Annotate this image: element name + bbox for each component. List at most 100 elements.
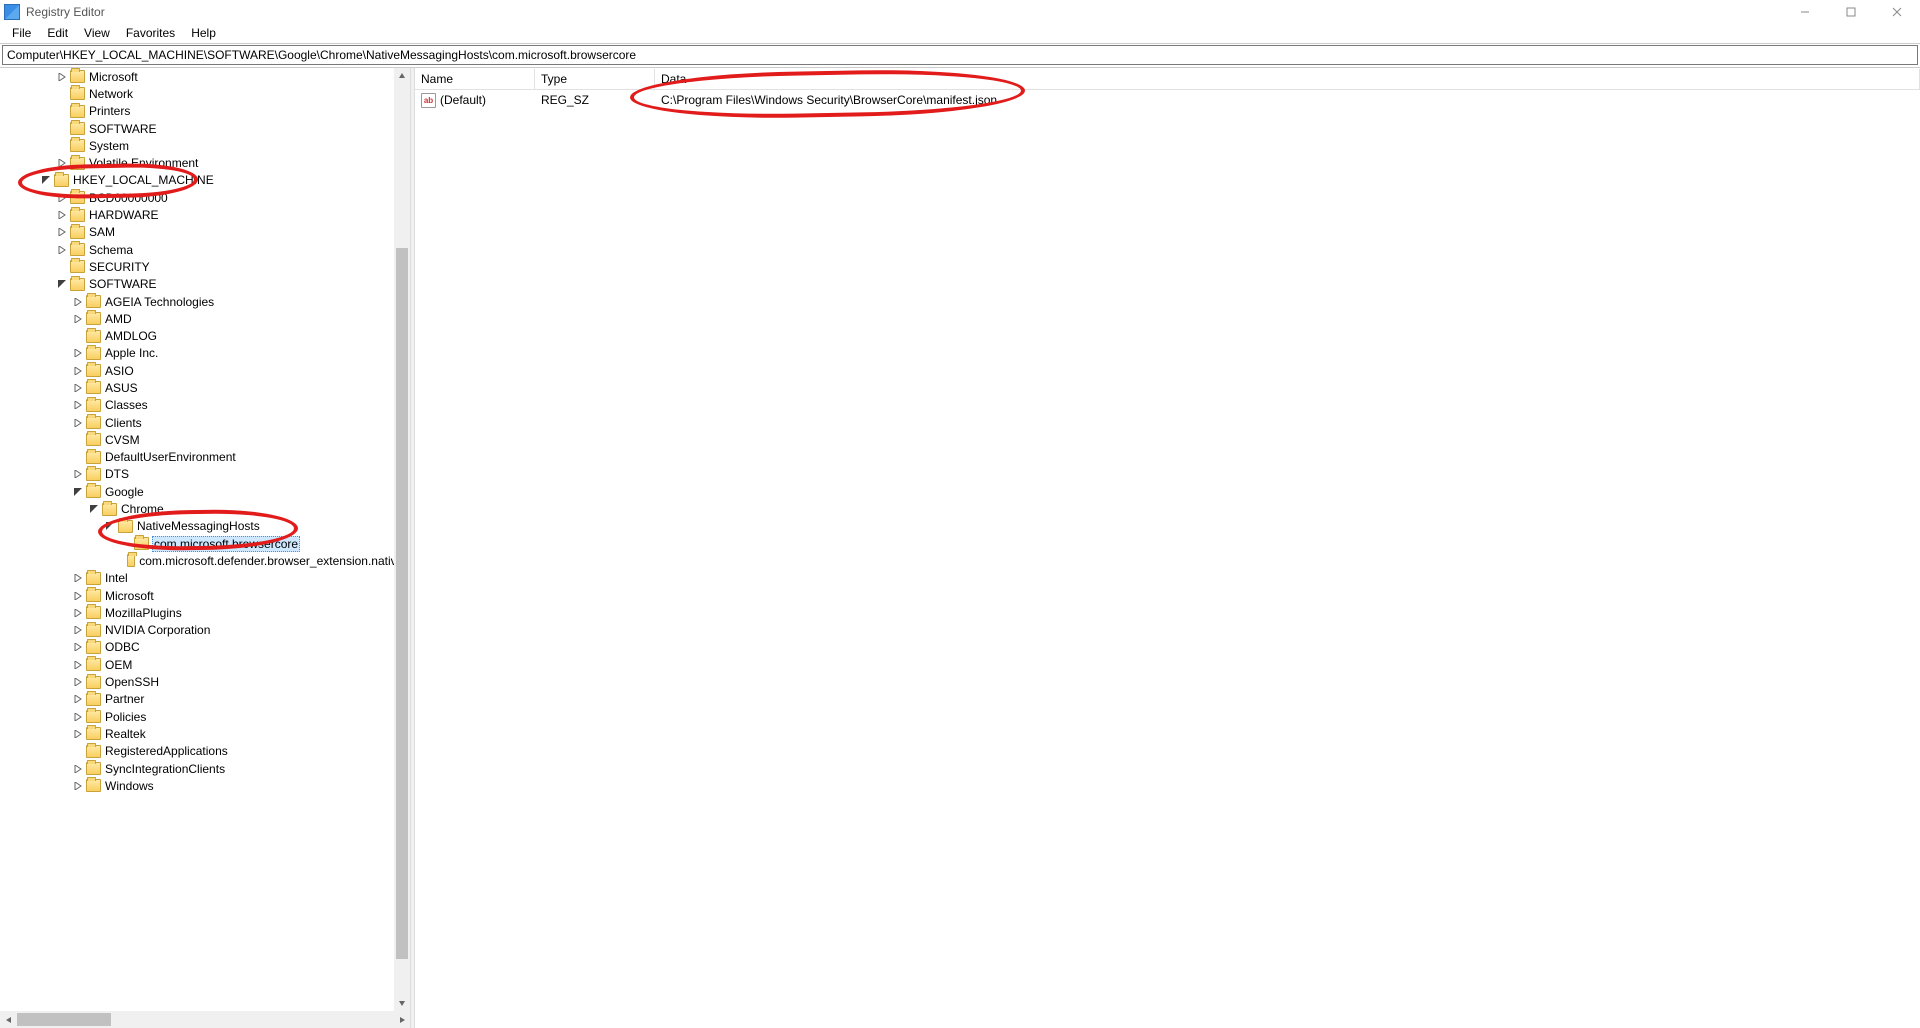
tree-node[interactable]: ASIO <box>0 362 410 379</box>
tree-node[interactable]: ASUS <box>0 379 410 396</box>
scroll-left-icon[interactable] <box>0 1011 17 1028</box>
menu-help[interactable]: Help <box>183 24 224 42</box>
tree-node[interactable]: com.microsoft.defender.browser_extension… <box>0 552 410 569</box>
tree-node[interactable]: Realtek <box>0 725 410 742</box>
chevron-down-icon[interactable] <box>104 520 116 532</box>
chevron-right-icon[interactable] <box>72 590 84 602</box>
tree-node[interactable]: Chrome <box>0 500 410 517</box>
scroll-track[interactable] <box>394 84 410 995</box>
scroll-up-icon[interactable] <box>394 68 410 84</box>
col-header-type[interactable]: Type <box>535 69 655 89</box>
chevron-down-icon[interactable] <box>40 174 52 186</box>
tree-node[interactable]: AMDLOG <box>0 327 410 344</box>
menu-file[interactable]: File <box>4 24 39 42</box>
tree-node[interactable]: com.microsoft.browsercore <box>0 535 410 552</box>
chevron-right-icon[interactable] <box>56 226 68 238</box>
tree-node[interactable]: Network <box>0 85 410 102</box>
chevron-down-icon[interactable] <box>56 278 68 290</box>
tree-node[interactable]: Printers <box>0 103 410 120</box>
tree-node[interactable]: AGEIA Technologies <box>0 293 410 310</box>
chevron-right-icon[interactable] <box>72 676 84 688</box>
tree-node[interactable]: Classes <box>0 397 410 414</box>
tree-node[interactable]: HARDWARE <box>0 206 410 223</box>
chevron-right-icon[interactable] <box>56 244 68 256</box>
tree-horizontal-scrollbar[interactable] <box>0 1011 410 1028</box>
maximize-button[interactable] <box>1828 0 1874 23</box>
tree-node[interactable]: Schema <box>0 241 410 258</box>
tree-node-label: SAM <box>89 225 115 239</box>
tree-node[interactable]: System <box>0 137 410 154</box>
scroll-right-icon[interactable] <box>393 1011 410 1028</box>
tree-node[interactable]: Apple Inc. <box>0 345 410 362</box>
chevron-right-icon[interactable] <box>72 728 84 740</box>
address-bar[interactable]: Computer\HKEY_LOCAL_MACHINE\SOFTWARE\Goo… <box>2 45 1918 65</box>
tree-node-label: MozillaPlugins <box>105 606 182 620</box>
chevron-right-icon[interactable] <box>56 157 68 169</box>
tree-node[interactable]: Windows <box>0 777 410 794</box>
tree-node[interactable]: SAM <box>0 224 410 241</box>
tree-node[interactable]: Microsoft <box>0 587 410 604</box>
chevron-right-icon[interactable] <box>72 417 84 429</box>
chevron-down-icon[interactable] <box>88 503 100 515</box>
chevron-right-icon[interactable] <box>72 693 84 705</box>
chevron-right-icon[interactable] <box>72 382 84 394</box>
chevron-right-icon[interactable] <box>72 780 84 792</box>
tree-node[interactable]: RegisteredApplications <box>0 743 410 760</box>
col-header-name[interactable]: Name <box>415 69 535 89</box>
folder-icon <box>86 399 101 412</box>
tree-node[interactable]: AMD <box>0 310 410 327</box>
chevron-right-icon[interactable] <box>72 468 84 480</box>
tree-node[interactable]: CVSM <box>0 431 410 448</box>
chevron-right-icon[interactable] <box>72 347 84 359</box>
tree-node[interactable]: OEM <box>0 656 410 673</box>
chevron-right-icon[interactable] <box>72 711 84 723</box>
chevron-right-icon[interactable] <box>72 763 84 775</box>
tree-node-label: Realtek <box>105 727 146 741</box>
scroll-thumb[interactable] <box>396 248 408 959</box>
tree-node[interactable]: SECURITY <box>0 258 410 275</box>
tree-node[interactable]: MozillaPlugins <box>0 604 410 621</box>
menu-view[interactable]: View <box>76 24 118 42</box>
chevron-right-icon[interactable] <box>72 399 84 411</box>
chevron-right-icon[interactable] <box>72 624 84 636</box>
chevron-right-icon[interactable] <box>56 192 68 204</box>
scroll-down-icon[interactable] <box>394 995 410 1011</box>
tree-node[interactable]: SyncIntegrationClients <box>0 760 410 777</box>
chevron-right-icon[interactable] <box>72 572 84 584</box>
tree-node[interactable]: Partner <box>0 691 410 708</box>
chevron-right-icon[interactable] <box>56 209 68 221</box>
value-row[interactable]: ab(Default)REG_SZC:\Program Files\Window… <box>415 90 1920 110</box>
minimize-button[interactable] <box>1782 0 1828 23</box>
tree-node[interactable]: DefaultUserEnvironment <box>0 449 410 466</box>
folder-icon <box>86 572 101 585</box>
tree-node[interactable]: Intel <box>0 570 410 587</box>
tree-node[interactable]: OpenSSH <box>0 673 410 690</box>
tree-node[interactable]: Clients <box>0 414 410 431</box>
tree-node[interactable]: Google <box>0 483 410 500</box>
menu-favorites[interactable]: Favorites <box>118 24 183 42</box>
tree-node[interactable]: NVIDIA Corporation <box>0 622 410 639</box>
chevron-right-icon[interactable] <box>72 313 84 325</box>
tree-node[interactable]: SOFTWARE <box>0 276 410 293</box>
tree-node[interactable]: ODBC <box>0 639 410 656</box>
chevron-right-icon[interactable] <box>72 659 84 671</box>
tree-node[interactable]: BCD00000000 <box>0 189 410 206</box>
col-header-data[interactable]: Data <box>655 69 1920 89</box>
tree-node[interactable]: HKEY_LOCAL_MACHINE <box>0 172 410 189</box>
chevron-right-icon[interactable] <box>72 365 84 377</box>
chevron-right-icon[interactable] <box>56 71 68 83</box>
chevron-down-icon[interactable] <box>72 486 84 498</box>
tree-node[interactable]: NativeMessagingHosts <box>0 518 410 535</box>
close-button[interactable] <box>1874 0 1920 23</box>
app-icon <box>4 4 20 20</box>
tree-node[interactable]: Volatile Environment <box>0 154 410 171</box>
tree-vertical-scrollbar[interactable] <box>394 68 410 1011</box>
tree-node[interactable]: DTS <box>0 466 410 483</box>
menu-edit[interactable]: Edit <box>39 24 76 42</box>
tree-node[interactable]: Microsoft <box>0 68 410 85</box>
tree-node[interactable]: Policies <box>0 708 410 725</box>
chevron-right-icon[interactable] <box>72 641 84 653</box>
chevron-right-icon[interactable] <box>72 296 84 308</box>
tree-node[interactable]: SOFTWARE <box>0 120 410 137</box>
chevron-right-icon[interactable] <box>72 607 84 619</box>
